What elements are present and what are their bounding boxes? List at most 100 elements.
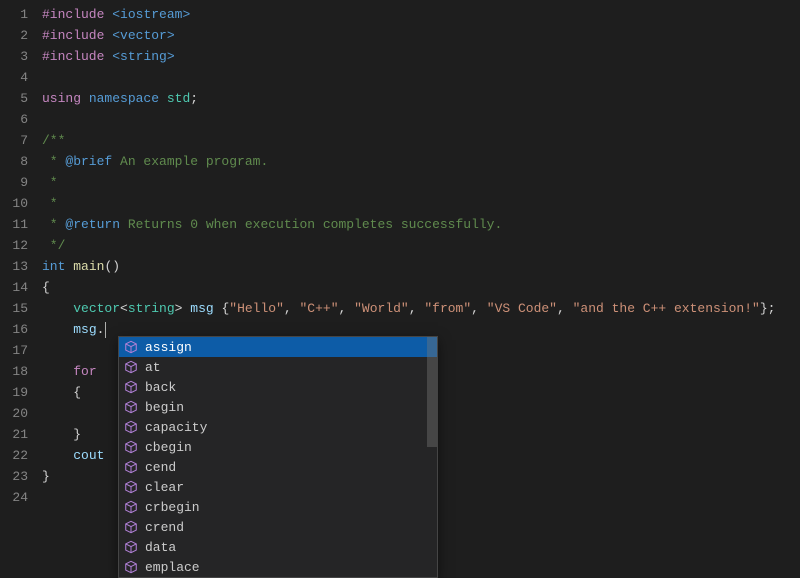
- line-number: 2: [0, 25, 28, 46]
- line-number: 1: [0, 4, 28, 25]
- autocomplete-item[interactable]: begin: [119, 397, 437, 417]
- line-number: 6: [0, 109, 28, 130]
- autocomplete-item[interactable]: crbegin: [119, 497, 437, 517]
- code-line[interactable]: using namespace std;: [42, 88, 800, 109]
- token: }: [42, 469, 50, 484]
- text-cursor: [105, 322, 106, 338]
- token: };: [760, 301, 776, 316]
- token: [81, 91, 89, 106]
- autocomplete-item[interactable]: assign: [119, 337, 437, 357]
- code-line[interactable]: /**: [42, 130, 800, 151]
- token: *: [42, 196, 58, 211]
- token: [159, 91, 167, 106]
- token: "World": [354, 301, 409, 316]
- autocomplete-item-label: at: [145, 360, 161, 375]
- line-number: 16: [0, 319, 28, 340]
- autocomplete-item-label: emplace: [145, 560, 200, 575]
- line-number-gutter: 123456789101112131415161718192021222324: [0, 4, 42, 539]
- token: (): [104, 259, 120, 274]
- token: "and the C++ extension!": [573, 301, 760, 316]
- token: int: [42, 259, 65, 274]
- code-line[interactable]: * @brief An example program.: [42, 151, 800, 172]
- autocomplete-item-label: assign: [145, 340, 192, 355]
- code-line[interactable]: [42, 109, 800, 130]
- autocomplete-item[interactable]: capacity: [119, 417, 437, 437]
- token: std: [167, 91, 190, 106]
- token: [42, 448, 73, 463]
- token: main: [73, 259, 104, 274]
- editor-scrollbar[interactable]: [794, 0, 800, 539]
- method-icon: [123, 499, 139, 515]
- line-number: 10: [0, 193, 28, 214]
- line-number: 23: [0, 466, 28, 487]
- token: "Hello": [229, 301, 284, 316]
- line-number: 19: [0, 382, 28, 403]
- line-number: 3: [0, 46, 28, 67]
- token: @return: [65, 217, 120, 232]
- line-number: 11: [0, 214, 28, 235]
- token: namespace: [89, 91, 159, 106]
- line-number: 7: [0, 130, 28, 151]
- code-line[interactable]: */: [42, 235, 800, 256]
- token: <string>: [112, 49, 174, 64]
- token: ,: [284, 301, 300, 316]
- autocomplete-item-label: crbegin: [145, 500, 200, 515]
- code-line[interactable]: {: [42, 277, 800, 298]
- token: *: [42, 154, 65, 169]
- autocomplete-list[interactable]: assign at back begin capacity cbegin cen…: [119, 337, 437, 577]
- code-line[interactable]: * @return Returns 0 when execution compl…: [42, 214, 800, 235]
- autocomplete-item[interactable]: clear: [119, 477, 437, 497]
- code-line[interactable]: [42, 67, 800, 88]
- token: for: [73, 364, 96, 379]
- method-icon: [123, 419, 139, 435]
- code-line[interactable]: #include <vector>: [42, 25, 800, 46]
- token: [42, 364, 73, 379]
- token: <vector>: [112, 28, 174, 43]
- line-number: 5: [0, 88, 28, 109]
- autocomplete-item[interactable]: data: [119, 537, 437, 557]
- autocomplete-item[interactable]: crend: [119, 517, 437, 537]
- autocomplete-item[interactable]: cbegin: [119, 437, 437, 457]
- token: #include: [42, 28, 104, 43]
- autocomplete-item-label: cbegin: [145, 440, 192, 455]
- autocomplete-scrollbar[interactable]: [427, 337, 437, 577]
- token: /**: [42, 133, 65, 148]
- code-line[interactable]: int main(): [42, 256, 800, 277]
- code-line[interactable]: #include <string>: [42, 46, 800, 67]
- token: [97, 364, 105, 379]
- autocomplete-item[interactable]: emplace: [119, 557, 437, 577]
- line-number: 20: [0, 403, 28, 424]
- token: .: [97, 322, 105, 337]
- autocomplete-scrollbar-thumb[interactable]: [427, 337, 437, 447]
- method-icon: [123, 539, 139, 555]
- method-icon: [123, 359, 139, 375]
- method-icon: [123, 379, 139, 395]
- line-number: 15: [0, 298, 28, 319]
- token: @brief: [65, 154, 112, 169]
- code-line[interactable]: #include <iostream>: [42, 4, 800, 25]
- autocomplete-item-label: back: [145, 380, 176, 395]
- code-line[interactable]: vector<string> msg {"Hello", "C++", "Wor…: [42, 298, 800, 319]
- autocomplete-item[interactable]: cend: [119, 457, 437, 477]
- token: ;: [190, 91, 198, 106]
- token: }: [42, 427, 81, 442]
- method-icon: [123, 339, 139, 355]
- code-line[interactable]: *: [42, 193, 800, 214]
- autocomplete-popup[interactable]: assign at back begin capacity cbegin cen…: [118, 336, 438, 578]
- code-line[interactable]: *: [42, 172, 800, 193]
- line-number: 14: [0, 277, 28, 298]
- token: "C++": [300, 301, 339, 316]
- autocomplete-item-label: cend: [145, 460, 176, 475]
- autocomplete-item-label: data: [145, 540, 176, 555]
- token: <: [120, 301, 128, 316]
- line-number: 13: [0, 256, 28, 277]
- token: ,: [339, 301, 355, 316]
- autocomplete-item[interactable]: back: [119, 377, 437, 397]
- token: [42, 301, 73, 316]
- method-icon: [123, 439, 139, 455]
- token: {: [42, 280, 50, 295]
- autocomplete-item[interactable]: at: [119, 357, 437, 377]
- token: vector: [73, 301, 120, 316]
- method-icon: [123, 479, 139, 495]
- token: msg: [190, 301, 213, 316]
